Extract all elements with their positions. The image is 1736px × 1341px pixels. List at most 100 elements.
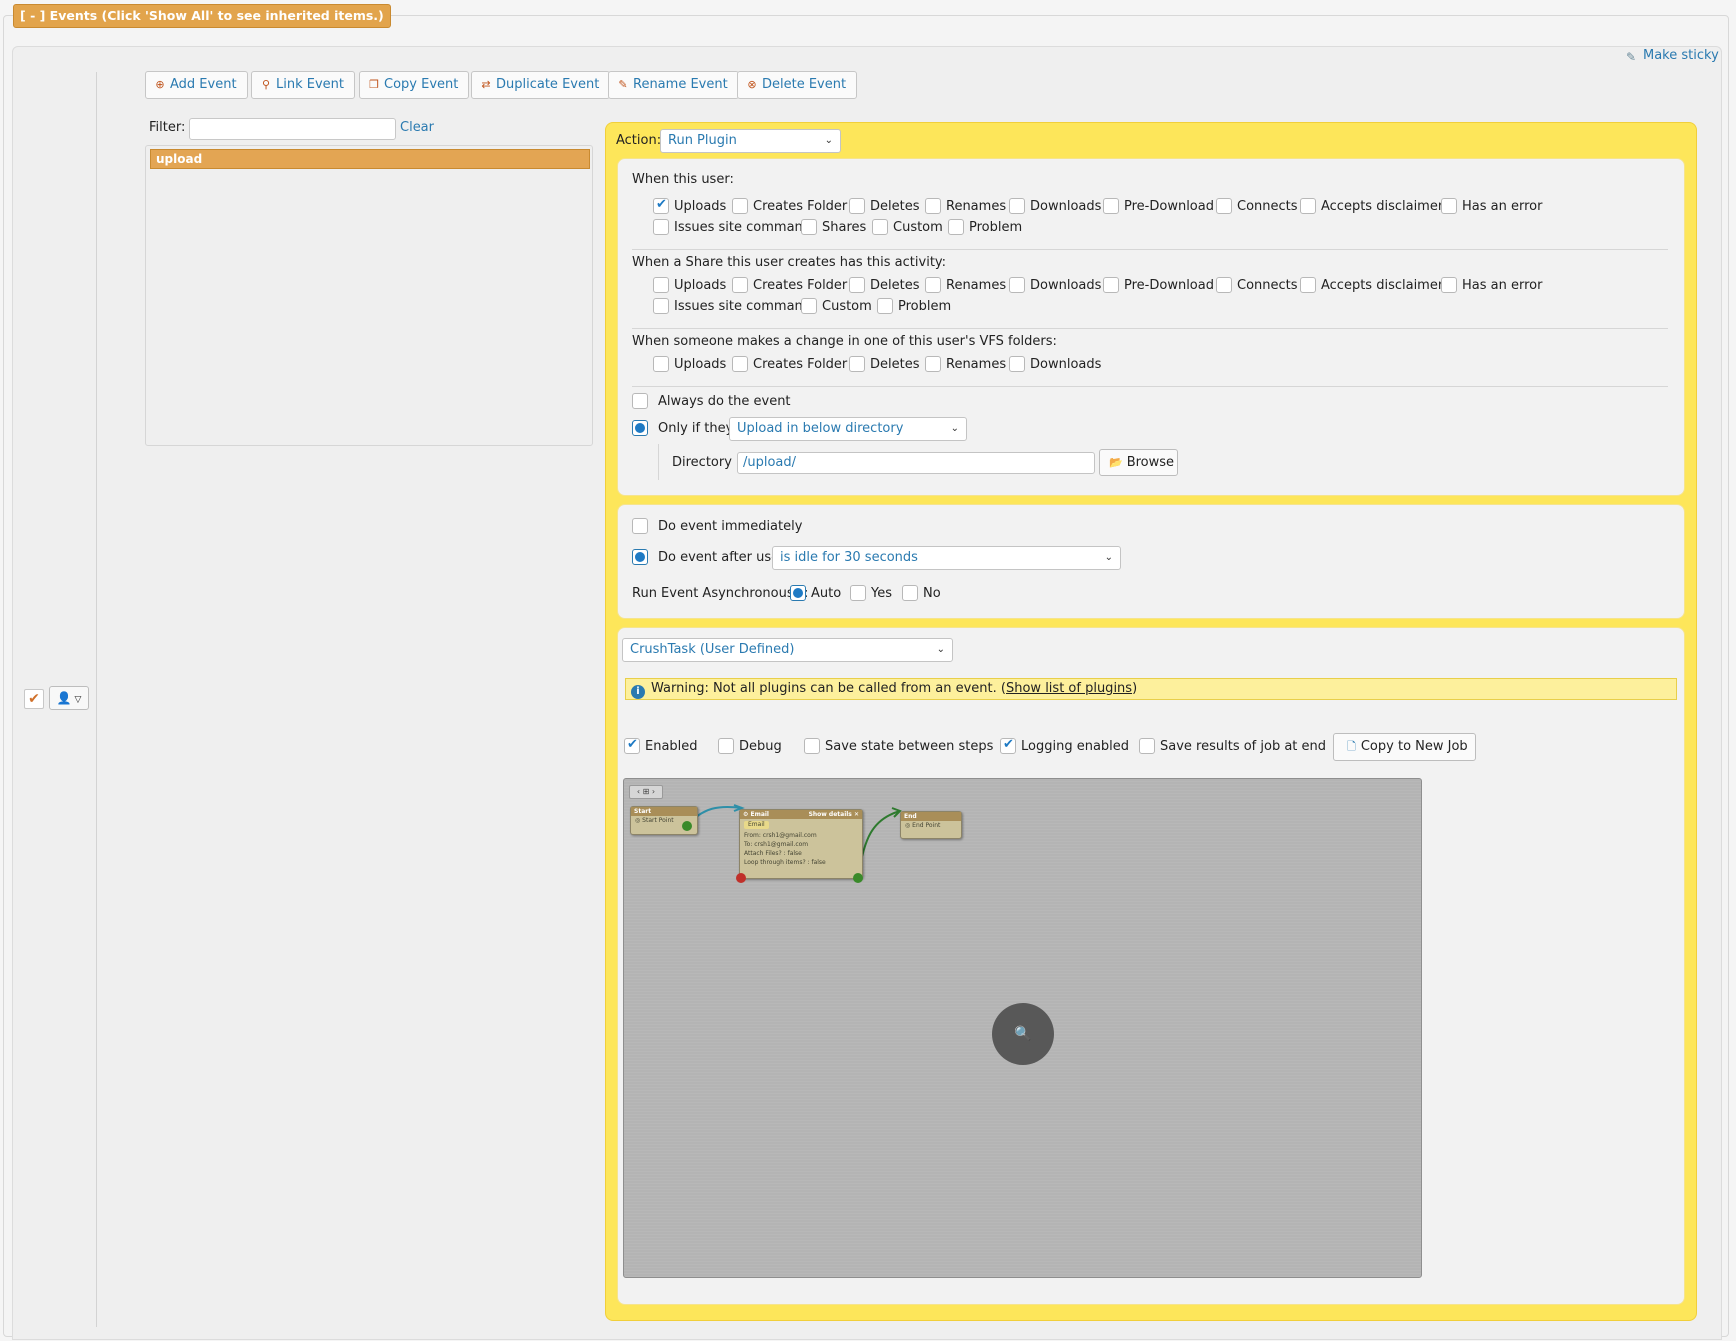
pin-icon: ✎ bbox=[1626, 50, 1637, 64]
plugin-option-checkbox[interactable] bbox=[718, 738, 734, 754]
vfs-trigger-option-checkbox[interactable] bbox=[653, 356, 669, 372]
start-node-title: Start bbox=[631, 807, 697, 816]
do-immediately-label: Do event immediately bbox=[658, 519, 803, 534]
rename-event-label: Rename Event bbox=[633, 77, 728, 92]
zoom-icon[interactable]: 🔍 bbox=[992, 1003, 1054, 1065]
copy-event-button[interactable]: ❐ Copy Event bbox=[359, 71, 470, 99]
chevron-down-icon: ⌄ bbox=[936, 644, 945, 655]
always-do-event-checkbox[interactable] bbox=[632, 393, 648, 409]
user-trigger-option-label: Problem bbox=[969, 220, 1023, 235]
async-option-label: No bbox=[923, 586, 941, 601]
email-node[interactable]: ⚙ Email Show details ✕ Email From: crsh1@… bbox=[739, 809, 863, 879]
filter-input[interactable] bbox=[189, 118, 396, 140]
only-if-select[interactable]: Upload in below directory ⌄ bbox=[729, 417, 967, 441]
user-trigger-option-checkbox[interactable] bbox=[1103, 198, 1119, 214]
rename-event-button[interactable]: ✎ Rename Event bbox=[608, 71, 739, 99]
user-trigger-option-checkbox[interactable] bbox=[1009, 198, 1025, 214]
do-immediately-checkbox[interactable] bbox=[632, 518, 648, 534]
share-trigger-option-label: Creates Folder bbox=[753, 278, 848, 293]
share-trigger-option-checkbox[interactable] bbox=[1441, 277, 1457, 293]
add-icon: ⊕ bbox=[155, 78, 165, 91]
action-select[interactable]: Run Plugin ⌄ bbox=[660, 129, 841, 153]
add-event-button[interactable]: ⊕ Add Event bbox=[145, 71, 248, 99]
share-trigger-option-checkbox[interactable] bbox=[1103, 277, 1119, 293]
vfs-trigger-option-checkbox[interactable] bbox=[849, 356, 865, 372]
plugin-option-checkbox[interactable] bbox=[804, 738, 820, 754]
async-option-checkbox[interactable] bbox=[850, 585, 866, 601]
job-flow-canvas[interactable]: ‹ ⊞ › Start ◎ Start Point ⚙ Email Show de… bbox=[623, 778, 1422, 1278]
do-after-label: Do event after user bbox=[658, 550, 785, 565]
directory-input[interactable]: /upload/ bbox=[737, 452, 1095, 474]
do-after-checkbox[interactable] bbox=[632, 549, 648, 565]
end-node-item: ◎ End Point bbox=[905, 822, 941, 829]
copy-event-label: Copy Event bbox=[384, 77, 459, 92]
show-plugins-link[interactable]: Show list of plugins bbox=[1006, 681, 1132, 696]
email-output-port[interactable] bbox=[853, 873, 863, 883]
user-trigger-option-checkbox[interactable] bbox=[948, 219, 964, 235]
async-option-checkbox[interactable] bbox=[902, 585, 918, 601]
user-trigger-option-checkbox[interactable] bbox=[801, 219, 817, 235]
user-trigger-option-checkbox[interactable] bbox=[1216, 198, 1232, 214]
plugin-option-checkbox[interactable] bbox=[1000, 737, 1016, 754]
copy-to-new-job-button[interactable]: 🗋 Copy to New Job bbox=[1333, 733, 1476, 761]
share-trigger-option-checkbox[interactable] bbox=[1009, 277, 1025, 293]
share-trigger-option-checkbox[interactable] bbox=[653, 277, 669, 293]
document-icon: 🗋 bbox=[1347, 740, 1356, 753]
share-trigger-option-checkbox[interactable] bbox=[925, 277, 941, 293]
email-node-row: From: crsh1@gmail.com bbox=[744, 832, 817, 839]
async-option-checkbox[interactable] bbox=[790, 585, 806, 601]
filter-label: Filter: bbox=[149, 120, 186, 135]
plugin-option-checkbox[interactable] bbox=[1139, 738, 1155, 754]
vfs-trigger-option-checkbox[interactable] bbox=[732, 356, 748, 372]
user-trigger-option-checkbox[interactable] bbox=[1441, 198, 1457, 214]
browse-button[interactable]: 📂 Browse bbox=[1099, 449, 1178, 476]
email-error-port[interactable] bbox=[736, 873, 746, 883]
link-event-button[interactable]: ⚲ Link Event bbox=[251, 71, 355, 99]
show-details-label: Show details bbox=[808, 811, 852, 818]
share-trigger-option-label: Problem bbox=[898, 299, 952, 314]
user-trigger-option-checkbox[interactable] bbox=[732, 198, 748, 214]
row-enabled-checkbox[interactable]: ✔ bbox=[24, 689, 44, 709]
share-trigger-option-checkbox[interactable] bbox=[1216, 277, 1232, 293]
copy-to-new-job-label: Copy to New Job bbox=[1360, 739, 1468, 754]
share-trigger-option-checkbox[interactable] bbox=[1300, 277, 1316, 293]
plugin-select-value: CrushTask (User Defined) bbox=[630, 642, 795, 657]
end-node[interactable]: End ◎ End Point bbox=[900, 811, 962, 839]
make-sticky-link[interactable]: ✎ Make sticky bbox=[1626, 48, 1719, 64]
share-trigger-option-checkbox[interactable] bbox=[653, 298, 669, 314]
browse-label: Browse bbox=[1126, 455, 1175, 470]
only-if-checkbox[interactable] bbox=[632, 420, 648, 436]
vfs-trigger-option-checkbox[interactable] bbox=[925, 356, 941, 372]
pencil-icon: ✎ bbox=[618, 78, 628, 91]
user-inherit-menu[interactable]: 👤 ▽ bbox=[49, 686, 89, 710]
copy-icon: ❐ bbox=[369, 78, 379, 91]
events-section-header[interactable]: [ - ] Events (Click 'Show All' to see in… bbox=[13, 4, 391, 28]
user-trigger-option-checkbox[interactable] bbox=[1300, 198, 1316, 214]
share-trigger-option-label: Renames bbox=[946, 278, 1007, 293]
user-trigger-option-checkbox[interactable] bbox=[872, 219, 888, 235]
filter-clear-link[interactable]: Clear bbox=[400, 120, 434, 135]
duplicate-event-button[interactable]: ⇄ Duplicate Event bbox=[471, 71, 611, 99]
idle-time-select[interactable]: is idle for 30 seconds ⌄ bbox=[772, 546, 1121, 570]
folder-open-icon: 📂 bbox=[1109, 456, 1123, 469]
plugin-option-checkbox[interactable] bbox=[624, 737, 640, 754]
delete-event-button[interactable]: ⊗ Delete Event bbox=[737, 71, 858, 99]
email-node-details[interactable]: Show details ✕ bbox=[809, 810, 859, 819]
user-trigger-option-checkbox[interactable] bbox=[653, 197, 669, 214]
event-list-item[interactable]: upload bbox=[150, 149, 590, 169]
share-trigger-option-checkbox[interactable] bbox=[877, 298, 893, 314]
plugin-select[interactable]: CrushTask (User Defined) ⌄ bbox=[622, 638, 953, 662]
vfs-trigger-option-checkbox[interactable] bbox=[1009, 356, 1025, 372]
share-trigger-option-label: Downloads bbox=[1030, 278, 1102, 293]
start-output-port[interactable] bbox=[682, 821, 692, 831]
share-trigger-option-label: Custom bbox=[822, 299, 872, 314]
share-trigger-option-checkbox[interactable] bbox=[732, 277, 748, 293]
delete-icon: ⊗ bbox=[747, 78, 757, 91]
share-trigger-option-checkbox[interactable] bbox=[849, 277, 865, 293]
action-label: Action: bbox=[616, 133, 662, 148]
user-trigger-option-checkbox[interactable] bbox=[849, 198, 865, 214]
share-trigger-option-checkbox[interactable] bbox=[801, 298, 817, 314]
user-trigger-option-checkbox[interactable] bbox=[925, 198, 941, 214]
user-trigger-option-checkbox[interactable] bbox=[653, 219, 669, 235]
user-trigger-option-label: Connects bbox=[1237, 199, 1298, 214]
